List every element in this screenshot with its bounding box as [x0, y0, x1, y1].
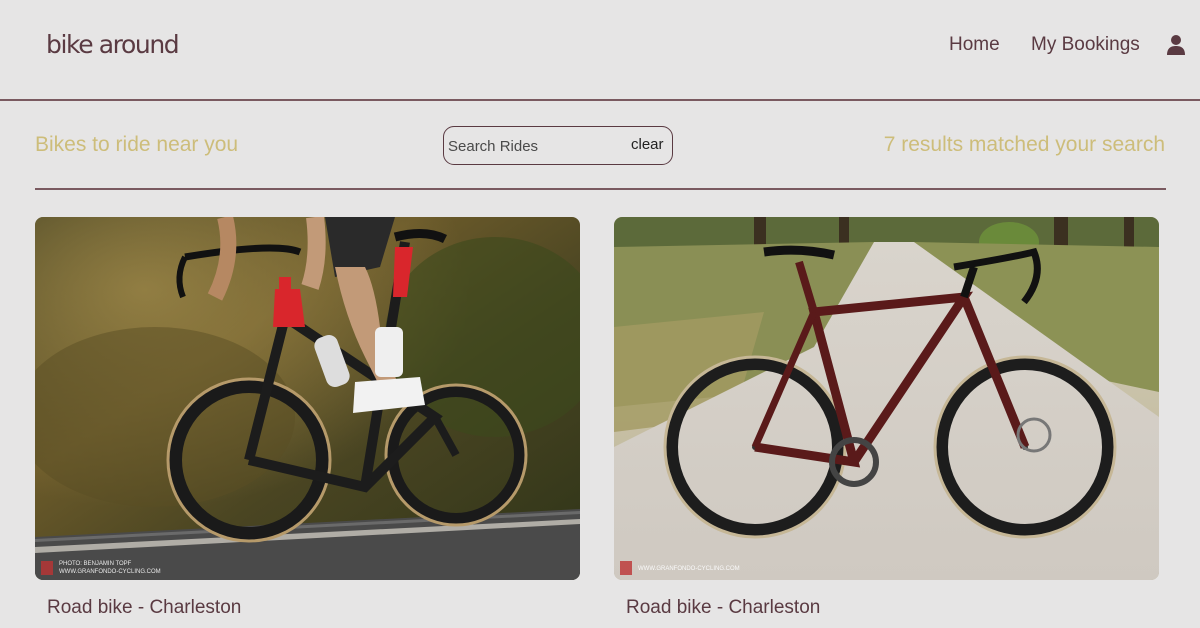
search-box: clear	[443, 126, 673, 165]
watermark-text: WWW.GRANFONDO-CYCLING.COM	[59, 569, 161, 575]
bike-card[interactable]: PHOTO: BENJAMIN TOPF WWW.GRANFONDO-CYCLI…	[35, 217, 580, 618]
watermark-text: PHOTO: BENJAMIN TOPF	[59, 561, 132, 567]
search-input[interactable]	[448, 135, 618, 157]
nav-home-link[interactable]: Home	[949, 34, 1000, 56]
card-title[interactable]: Road bike - Charleston	[47, 597, 241, 619]
header: bike around Home My Bookings	[0, 0, 1200, 101]
card-title[interactable]: Road bike - Charleston	[626, 597, 820, 619]
bike-card[interactable]: WWW.GRANFONDO-CYCLING.COM Road bike - Ch…	[614, 217, 1159, 618]
nav-my-bookings-link[interactable]: My Bookings	[1031, 34, 1140, 56]
watermark-text: WWW.GRANFONDO-CYCLING.COM	[638, 566, 740, 572]
divider	[35, 188, 1166, 190]
section-title: Bikes to ride near you	[35, 133, 239, 156]
results-count: 7 results matched your search	[883, 133, 1165, 156]
clear-button[interactable]: clear	[631, 136, 664, 153]
logo[interactable]: bike around	[46, 30, 180, 59]
bike-photo[interactable]: PHOTO: BENJAMIN TOPF WWW.GRANFONDO-CYCLI…	[35, 217, 580, 580]
bike-photo[interactable]: WWW.GRANFONDO-CYCLING.COM	[614, 217, 1159, 580]
user-icon[interactable]	[1166, 34, 1186, 56]
